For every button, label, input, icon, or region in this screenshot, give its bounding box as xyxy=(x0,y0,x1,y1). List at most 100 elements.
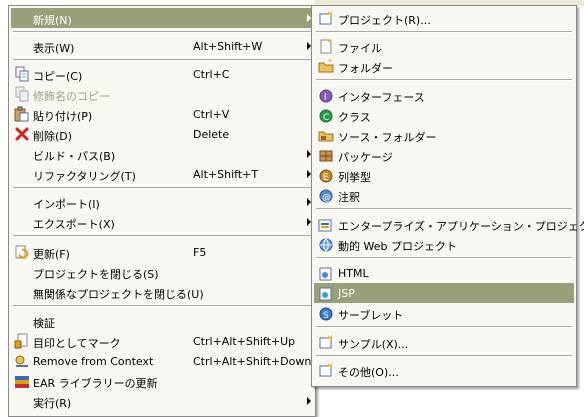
menu-item-import[interactable]: インポート(I) xyxy=(11,192,313,212)
menu-separator xyxy=(316,31,572,33)
new-sample-icon xyxy=(318,334,334,350)
copy-icon xyxy=(14,66,30,82)
menu-item-label: ファイル xyxy=(338,42,382,55)
menu-item-show-in[interactable]: 表示(W) Alt+Shift+W xyxy=(11,36,313,56)
menu-item-label: ビルド・パス(B) xyxy=(33,150,116,163)
menu-item-shortcut: F5 xyxy=(193,246,207,259)
submenu-item-servlet[interactable]: S サーブレット xyxy=(314,303,574,323)
new-package-icon xyxy=(318,147,334,163)
submenu-item-interface[interactable]: I インターフェース xyxy=(314,85,574,105)
menu-item-run[interactable]: 実行(R) xyxy=(11,391,313,411)
menu-item-label: サンプル(X)... xyxy=(338,338,409,351)
menu-item-label: 無関係なプロジェクトを閉じる(U) xyxy=(33,288,204,301)
submenu-item-html[interactable]: HTML xyxy=(314,263,574,283)
paste-icon xyxy=(14,106,30,122)
submenu-item-dynamic-web-project[interactable]: 動的 Web プロジェクト xyxy=(314,234,574,254)
menu-item-label: パッケージ xyxy=(338,151,393,164)
ear-library-icon xyxy=(14,373,30,389)
menu-item-shortcut: Ctrl+Alt+Shift+Up xyxy=(193,335,296,348)
menu-item-export[interactable]: エクスポート(X) xyxy=(11,212,313,232)
menu-item-label: 列挙型 xyxy=(338,171,371,184)
menu-item-label: クラス xyxy=(338,111,371,124)
menu-item-shortcut: Ctrl+C xyxy=(193,68,230,81)
submenu-item-project[interactable]: プロジェクト(R)... xyxy=(314,8,574,28)
menu-separator xyxy=(13,31,311,33)
new-folder-icon xyxy=(318,58,334,74)
delete-icon xyxy=(14,126,30,142)
menu-item-label: プロジェクト(R)... xyxy=(338,14,431,27)
menu-item-label: ソース・フォルダー xyxy=(338,131,437,144)
menu-item-label: 修飾名のコピー xyxy=(33,90,110,103)
new-enum-icon: E xyxy=(318,167,334,183)
submenu-item-samples[interactable]: サンプル(X)... xyxy=(314,332,574,352)
submenu-item-file[interactable]: ファイル xyxy=(314,36,574,56)
menu-item-build-path[interactable]: ビルド・パス(B) xyxy=(11,144,313,164)
menu-item-shortcut: Ctrl+Alt+Shift+Down xyxy=(193,355,312,368)
menu-item-close-project[interactable]: プロジェクトを閉じる(S) xyxy=(11,262,313,282)
menu-item-label: 新規(N) xyxy=(33,14,72,27)
submenu-arrow-icon xyxy=(307,397,311,405)
new-html-icon xyxy=(318,265,334,281)
submenu-item-class[interactable]: C クラス xyxy=(314,105,574,125)
menu-item-new[interactable]: 新規(N) xyxy=(11,8,313,28)
menu-separator xyxy=(13,305,311,307)
submenu-item-folder[interactable]: フォルダー xyxy=(314,56,574,76)
menu-item-label: Remove from Context xyxy=(33,355,154,368)
new-interface-icon: I xyxy=(318,87,334,103)
submenu-item-annotation[interactable]: @ 注釈 xyxy=(314,185,574,205)
new-web-project-icon xyxy=(318,236,334,252)
menu-item-label: その他(O)... xyxy=(338,366,399,379)
menu-item-remove-from-context[interactable]: Remove from Context Ctrl+Alt+Shift+Down xyxy=(11,351,313,371)
menu-item-label: エクスポート(X) xyxy=(33,218,115,231)
menu-item-shortcut: Ctrl+V xyxy=(193,108,230,121)
menu-item-delete[interactable]: 削除(D) Delete xyxy=(11,124,313,144)
new-class-icon: C xyxy=(318,107,334,123)
menu-item-label: サーブレット xyxy=(338,309,404,322)
menu-item-label: フォルダー xyxy=(338,62,393,75)
remove-context-icon xyxy=(14,353,30,369)
menu-item-label: EAR ライブラリーの更新 xyxy=(33,377,158,390)
menu-item-label: インターフェース xyxy=(338,91,425,104)
menu-separator xyxy=(13,59,311,61)
refresh-icon xyxy=(14,244,30,260)
svg-text:C: C xyxy=(323,113,329,123)
menu-item-refactor[interactable]: リファクタリング(T) Alt+Shift+T xyxy=(11,164,313,184)
menu-item-shortcut: Alt+Shift+W xyxy=(193,40,263,53)
menu-item-label: 表示(W) xyxy=(33,42,75,55)
menu-item-label: 注釈 xyxy=(338,191,360,204)
menu-item-label: 動的 Web プロジェクト xyxy=(338,240,457,253)
menu-item-copy[interactable]: コピー(C) Ctrl+C xyxy=(11,64,313,84)
context-menu: 新規(N) 表示(W) Alt+Shift+W コピー(C) Ctrl+C 修飾… xyxy=(8,5,316,417)
menu-separator xyxy=(13,187,311,189)
menu-item-paste[interactable]: 貼り付け(P) Ctrl+V xyxy=(11,104,313,124)
svg-text:@: @ xyxy=(322,193,331,203)
new-submenu: プロジェクト(R)... ファイル フォルダー I インターフェース C クラス… xyxy=(311,5,584,387)
menu-item-label: 検証 xyxy=(33,317,55,330)
new-source-folder-icon xyxy=(318,127,334,143)
submenu-item-package[interactable]: パッケージ xyxy=(314,145,574,165)
menu-item-close-unrelated-projects[interactable]: 無関係なプロジェクトを閉じる(U) xyxy=(11,282,313,302)
submenu-item-other[interactable]: その他(O)... xyxy=(314,360,574,380)
new-jsp-icon xyxy=(318,285,334,301)
menu-item-label: 目印としてマーク xyxy=(33,337,121,350)
menu-item-label: プロジェクトを閉じる(S) xyxy=(33,268,159,281)
menu-item-validate[interactable]: 検証 xyxy=(11,311,313,331)
menu-separator xyxy=(316,208,572,210)
submenu-item-enum[interactable]: E 列挙型 xyxy=(314,165,574,185)
svg-text:I: I xyxy=(324,93,327,103)
submenu-item-jsp[interactable]: JSP xyxy=(314,283,574,303)
menu-separator xyxy=(316,257,572,259)
menu-item-shortcut: Delete xyxy=(193,128,230,141)
menu-item-label: エンタープライズ・アプリケーション・プロジェクト xyxy=(338,220,584,233)
menu-item-copy-qualified-name[interactable]: 修飾名のコピー xyxy=(11,84,313,104)
menu-item-mark-as-landmark[interactable]: 目印としてマーク Ctrl+Alt+Shift+Up xyxy=(11,331,313,351)
submenu-item-enterprise-application-project[interactable]: エンタープライズ・アプリケーション・プロジェクト xyxy=(314,214,584,234)
menu-item-update-ear-libraries[interactable]: EAR ライブラリーの更新 xyxy=(11,371,313,391)
menu-item-refresh[interactable]: 更新(F) F5 xyxy=(11,242,313,262)
menu-item-label: JSP xyxy=(338,287,355,300)
menu-item-label: コピー(C) xyxy=(33,70,83,83)
menu-item-label: インポート(I) xyxy=(33,198,100,211)
menu-item-shortcut: Alt+Shift+T xyxy=(193,168,259,181)
submenu-item-source-folder[interactable]: ソース・フォルダー xyxy=(314,125,574,145)
svg-text:E: E xyxy=(323,173,329,183)
